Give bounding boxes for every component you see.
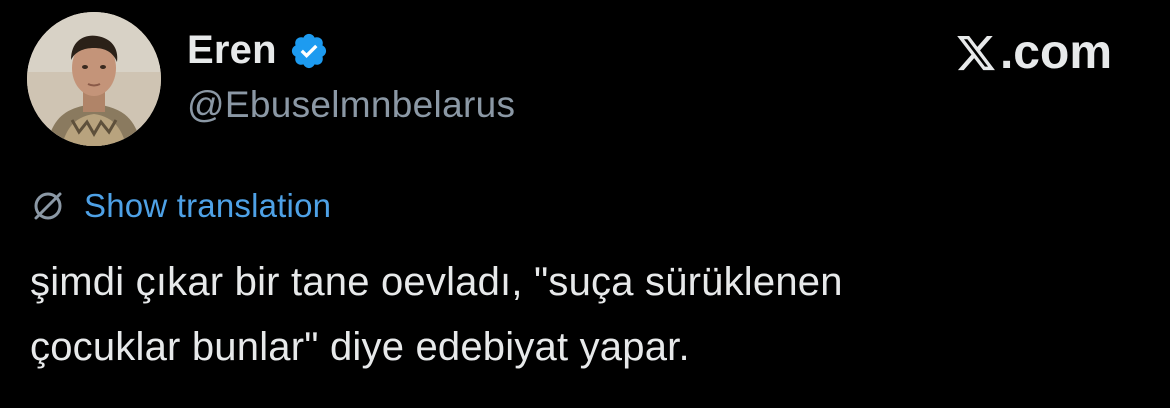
x-logo-icon	[957, 35, 995, 71]
globe-slash-icon	[34, 192, 62, 220]
tweet-line: çocuklar bunlar" diye edebiyat yapar.	[30, 325, 690, 369]
display-name[interactable]: Eren	[187, 26, 277, 74]
tweet-line: şimdi çıkar bir tane oevladı, "suça sürü…	[30, 260, 843, 304]
show-translation-button[interactable]: Show translation	[30, 184, 331, 228]
brand-text: .com	[999, 26, 1112, 79]
profile-photo	[27, 12, 161, 146]
tweet-text: şimdi çıkar bir tane oevladı, "suça sürü…	[30, 250, 1130, 380]
verified-badge-icon	[291, 33, 327, 69]
user-handle[interactable]: @Ebuselmnbelarus	[187, 83, 515, 127]
x-com-brand: .com	[954, 27, 1112, 79]
show-translation-label[interactable]: Show translation	[84, 184, 331, 228]
avatar[interactable]	[27, 12, 161, 146]
